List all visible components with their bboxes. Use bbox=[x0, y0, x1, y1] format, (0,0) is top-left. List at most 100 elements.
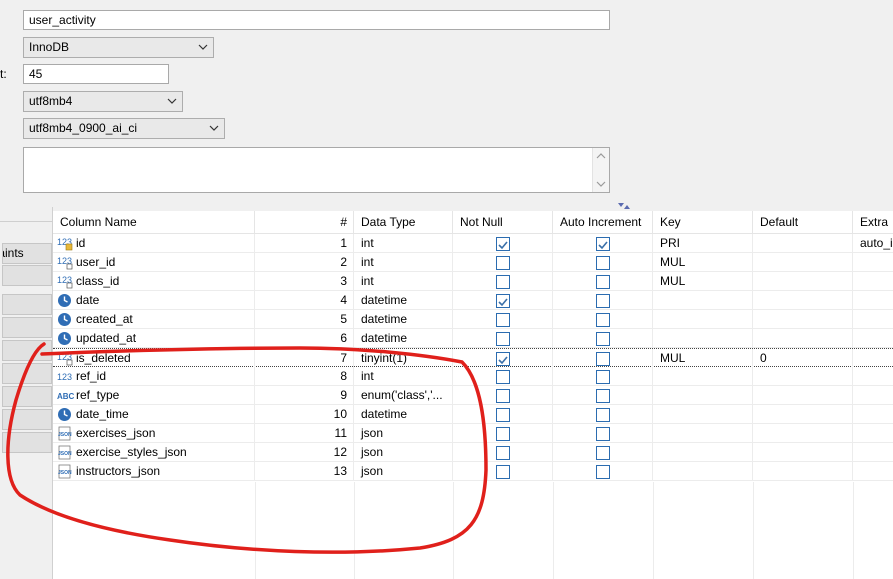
auto-increment-checkbox[interactable] bbox=[596, 465, 610, 479]
cell-data-type[interactable]: datetime bbox=[354, 405, 453, 424]
table-row[interactable]: date 4 datetime bbox=[53, 291, 893, 310]
cell-data-type[interactable]: int bbox=[354, 272, 453, 291]
cell-default[interactable] bbox=[753, 291, 853, 310]
cell-column-name[interactable]: date bbox=[53, 291, 255, 310]
cell-default[interactable] bbox=[753, 272, 853, 291]
table-name-input[interactable]: user_activity bbox=[23, 10, 610, 30]
table-row[interactable]: 123 class_id 3 int MUL bbox=[53, 272, 893, 291]
left-nav-tab[interactable] bbox=[2, 207, 52, 215]
left-nav-tab[interactable] bbox=[2, 386, 52, 407]
table-row[interactable]: created_at 5 datetime bbox=[53, 310, 893, 329]
table-row[interactable]: 123 ref_id 8 int bbox=[53, 367, 893, 386]
cell-column-name[interactable]: 123 class_id bbox=[53, 272, 255, 291]
table-row[interactable]: 123 is_deleted 7 tinyint(1) MUL 0 bbox=[53, 348, 893, 368]
header-not-null[interactable]: Not Null bbox=[453, 211, 553, 234]
charset-select[interactable]: utf8mb4 bbox=[23, 91, 183, 112]
cell-data-type[interactable]: int bbox=[354, 253, 453, 272]
cell-default[interactable] bbox=[753, 424, 853, 443]
auto-increment-input[interactable]: 45 bbox=[23, 64, 169, 84]
left-nav-tab[interactable] bbox=[2, 340, 52, 361]
cell-default[interactable] bbox=[753, 386, 853, 405]
scroll-up-icon[interactable] bbox=[593, 150, 609, 162]
cell-data-type[interactable]: json bbox=[354, 424, 453, 443]
collation-select[interactable]: utf8mb4_0900_ai_ci bbox=[23, 118, 225, 139]
splitter-arrows-icon[interactable] bbox=[617, 202, 631, 210]
table-row[interactable]: JSON instructors_json 13 json bbox=[53, 462, 893, 481]
cell-column-name[interactable]: 123 is_deleted bbox=[53, 349, 255, 368]
left-nav-tab[interactable] bbox=[2, 317, 52, 338]
auto-increment-checkbox[interactable] bbox=[596, 352, 610, 366]
engine-select[interactable]: InnoDB bbox=[23, 37, 214, 58]
auto-increment-checkbox[interactable] bbox=[596, 237, 610, 251]
cell-default[interactable] bbox=[753, 462, 853, 481]
table-row[interactable]: 123 id 1 int PRI auto_i bbox=[53, 234, 893, 253]
table-row[interactable]: ABC ref_type 9 enum('class','... bbox=[53, 386, 893, 405]
not-null-checkbox[interactable] bbox=[496, 332, 510, 346]
header-extra[interactable]: Extra bbox=[853, 211, 893, 234]
columns-grid[interactable]: Column Name # Data Type Not Null Auto In… bbox=[53, 211, 893, 579]
cell-column-name[interactable]: 123 id bbox=[53, 234, 255, 253]
auto-increment-checkbox[interactable] bbox=[596, 332, 610, 346]
cell-data-type[interactable]: json bbox=[354, 443, 453, 462]
cell-column-name[interactable]: 123 user_id bbox=[53, 253, 255, 272]
header-auto-increment[interactable]: Auto Increment bbox=[553, 211, 653, 234]
cell-data-type[interactable]: tinyint(1) bbox=[354, 349, 453, 368]
header-data-type[interactable]: Data Type bbox=[354, 211, 453, 234]
comment-scrollbar[interactable] bbox=[592, 148, 609, 192]
cell-default[interactable] bbox=[753, 329, 853, 348]
cell-column-name[interactable]: JSON exercise_styles_json bbox=[53, 443, 255, 462]
auto-increment-checkbox[interactable] bbox=[596, 256, 610, 270]
not-null-checkbox[interactable] bbox=[496, 352, 510, 366]
cell-data-type[interactable]: enum('class','... bbox=[354, 386, 453, 405]
header-number[interactable]: # bbox=[255, 211, 354, 234]
auto-increment-checkbox[interactable] bbox=[596, 370, 610, 384]
left-nav-tab[interactable] bbox=[2, 294, 52, 315]
auto-increment-checkbox[interactable] bbox=[596, 408, 610, 422]
cell-column-name[interactable]: JSON exercises_json bbox=[53, 424, 255, 443]
cell-default[interactable] bbox=[753, 367, 853, 386]
not-null-checkbox[interactable] bbox=[496, 313, 510, 327]
table-row[interactable]: JSON exercise_styles_json 12 json bbox=[53, 443, 893, 462]
left-nav-tab[interactable] bbox=[2, 409, 52, 430]
cell-column-name[interactable]: updated_at bbox=[53, 329, 255, 348]
auto-increment-checkbox[interactable] bbox=[596, 446, 610, 460]
left-nav-tab[interactable] bbox=[2, 432, 52, 453]
header-default[interactable]: Default bbox=[753, 211, 853, 234]
left-nav-tab[interactable]: s bbox=[2, 265, 52, 286]
cell-default[interactable] bbox=[753, 405, 853, 424]
not-null-checkbox[interactable] bbox=[496, 275, 510, 289]
auto-increment-checkbox[interactable] bbox=[596, 313, 610, 327]
not-null-checkbox[interactable] bbox=[496, 446, 510, 460]
cell-default[interactable] bbox=[753, 234, 853, 253]
cell-default[interactable] bbox=[753, 310, 853, 329]
cell-default[interactable] bbox=[753, 253, 853, 272]
not-null-checkbox[interactable] bbox=[496, 256, 510, 270]
cell-default[interactable] bbox=[753, 443, 853, 462]
left-nav-tab[interactable]: traints bbox=[2, 243, 52, 264]
not-null-checkbox[interactable] bbox=[496, 370, 510, 384]
auto-increment-checkbox[interactable] bbox=[596, 389, 610, 403]
cell-data-type[interactable]: json bbox=[354, 462, 453, 481]
cell-data-type[interactable]: datetime bbox=[354, 291, 453, 310]
auto-increment-checkbox[interactable] bbox=[596, 275, 610, 289]
scroll-down-icon[interactable] bbox=[593, 178, 609, 190]
cell-column-name[interactable]: ABC ref_type bbox=[53, 386, 255, 405]
not-null-checkbox[interactable] bbox=[496, 465, 510, 479]
table-row[interactable]: JSON exercises_json 11 json bbox=[53, 424, 893, 443]
table-row[interactable]: 123 user_id 2 int MUL bbox=[53, 253, 893, 272]
left-nav-tab[interactable] bbox=[2, 363, 52, 384]
table-row[interactable]: date_time 10 datetime bbox=[53, 405, 893, 424]
cell-column-name[interactable]: 123 ref_id bbox=[53, 367, 255, 386]
not-null-checkbox[interactable] bbox=[496, 294, 510, 308]
not-null-checkbox[interactable] bbox=[496, 408, 510, 422]
not-null-checkbox[interactable] bbox=[496, 237, 510, 251]
cell-column-name[interactable]: created_at bbox=[53, 310, 255, 329]
header-key[interactable]: Key bbox=[653, 211, 753, 234]
cell-data-type[interactable]: int bbox=[354, 234, 453, 253]
cell-data-type[interactable]: int bbox=[354, 367, 453, 386]
table-row[interactable]: updated_at 6 datetime bbox=[53, 329, 893, 348]
cell-column-name[interactable]: date_time bbox=[53, 405, 255, 424]
not-null-checkbox[interactable] bbox=[496, 427, 510, 441]
header-column-name[interactable]: Column Name bbox=[53, 211, 255, 234]
auto-increment-checkbox[interactable] bbox=[596, 427, 610, 441]
